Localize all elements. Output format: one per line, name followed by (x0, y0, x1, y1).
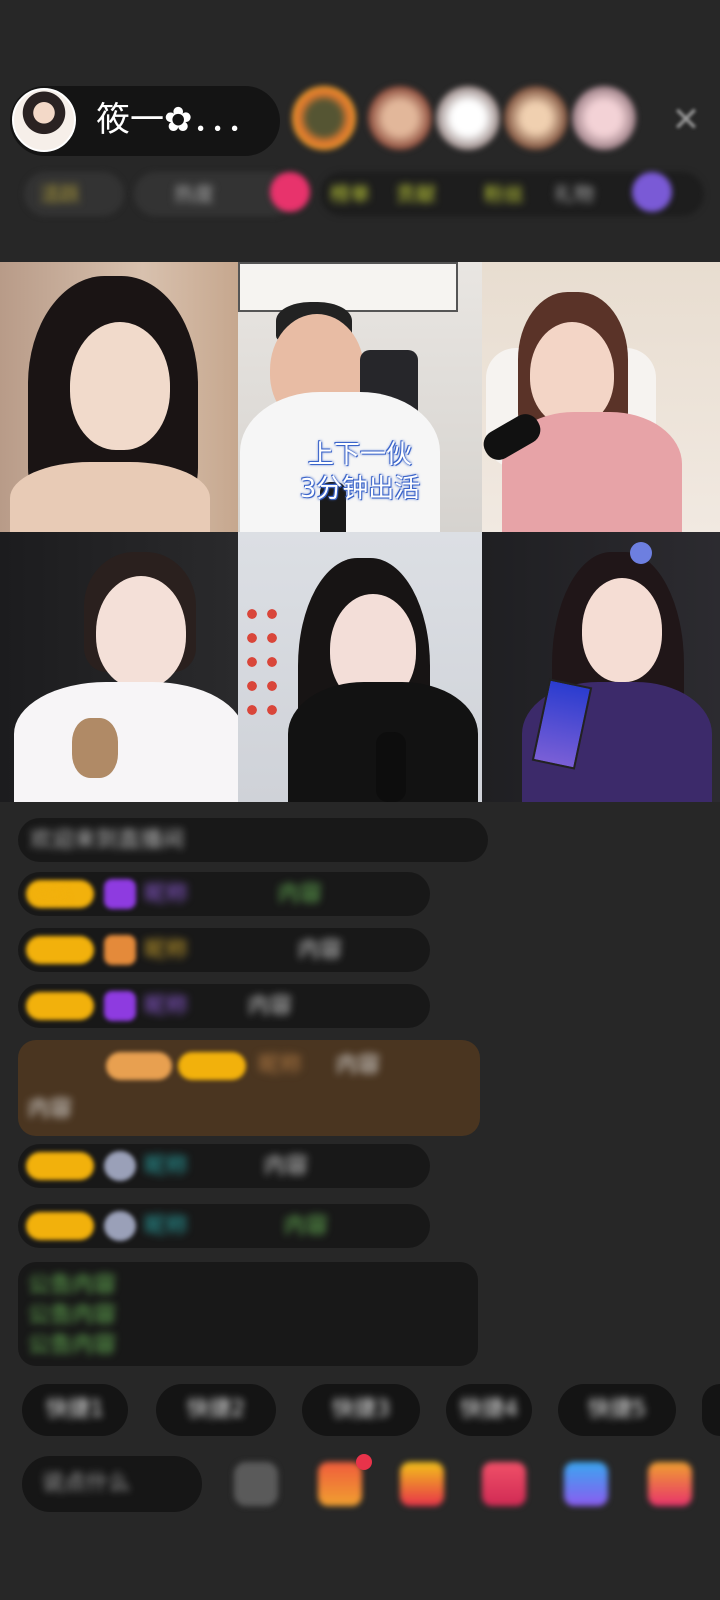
chat-text: 内容 (336, 1053, 381, 1078)
chat-text: 内容 (248, 994, 293, 1019)
status-item: 礼物 (554, 182, 594, 206)
viewer-avatar[interactable] (436, 86, 500, 150)
fan-badge (26, 1212, 94, 1240)
more-icon[interactable] (648, 1462, 692, 1506)
emoji-icon[interactable] (234, 1462, 278, 1506)
viewer-avatar[interactable] (504, 86, 568, 150)
chat-username[interactable]: 昵称 (258, 1054, 302, 1078)
gift-box-icon[interactable] (318, 1462, 362, 1506)
wall-calligraphy (238, 262, 458, 312)
notification-dot (356, 1454, 372, 1470)
quick-reply-label: 快捷4 (460, 1397, 518, 1422)
caption-line: 3分钟出活 (299, 474, 421, 504)
chat-username[interactable]: 昵称 (144, 995, 188, 1019)
quick-reply-chip[interactable]: 快捷4 (446, 1384, 532, 1436)
status-item: 贡献 (396, 182, 436, 206)
guest-face (582, 578, 662, 682)
viewer-avatar[interactable] (572, 86, 636, 150)
host-info-pill[interactable]: 筱一✿．．． (10, 86, 280, 156)
video-tile-guest-1[interactable] (0, 262, 238, 532)
system-notice-text: 欢迎来到直播间 (30, 828, 185, 853)
video-caption: 上下一伙 3分钟出活 (238, 438, 482, 506)
status-item: 榜单 (330, 182, 370, 206)
close-icon[interactable]: ✕ (666, 100, 706, 140)
video-tile-guest-4[interactable] (0, 532, 238, 802)
chat-message[interactable]: 昵称 内容 舰队 (18, 872, 430, 916)
host-name: 筱一✿．．． (96, 100, 261, 140)
sticker-icon (104, 1211, 136, 1241)
game-icon[interactable] (564, 1462, 608, 1506)
sticker-icon (104, 1151, 136, 1181)
status-item: 活跃 (40, 182, 80, 206)
caption-line: 上下一伙 (307, 440, 412, 470)
chat-system-notice: 欢迎来到直播间 (18, 818, 488, 862)
red-packet-icon[interactable] (482, 1462, 526, 1506)
chat-text: 内容 (298, 938, 343, 963)
chat-message[interactable]: 昵称 内容 (18, 928, 430, 972)
chat-message[interactable]: 昵称 内容 (18, 1144, 430, 1188)
chat-announcement: 公告内容 公告内容 公告内容 (18, 1262, 478, 1366)
video-tile-guest-5[interactable] (238, 532, 482, 802)
quick-reply-chip[interactable]: 快捷3 (302, 1384, 420, 1436)
flower-decor (242, 602, 282, 722)
announcement-line: 公告内容 (28, 1303, 117, 1328)
fan-badge (26, 936, 94, 964)
viewer-avatar[interactable] (292, 86, 356, 150)
status-item: 粉丝 (484, 182, 524, 206)
fan-badge (26, 992, 94, 1020)
viewer-avatar[interactable] (368, 86, 432, 150)
chat-message[interactable]: 昵称 内容 (18, 1204, 430, 1248)
flower-hairpin-icon (630, 542, 652, 564)
fan-badge (178, 1052, 246, 1080)
chat-username[interactable]: 昵称 (144, 1215, 188, 1239)
chat-text-cont: 内容 (28, 1097, 73, 1122)
announcement-line: 公告内容 (28, 1273, 117, 1298)
host-avatar[interactable] (12, 88, 76, 152)
chat-text: 内容 (284, 1214, 329, 1239)
gem-icon (104, 879, 136, 909)
pink-gift-icon[interactable] (270, 172, 310, 212)
treasure-icon[interactable] (400, 1462, 444, 1506)
fan-badge-text: 舰队 (36, 885, 69, 904)
status-item: 热度 (174, 182, 214, 206)
quick-reply-chip[interactable]: 快捷5 (558, 1384, 676, 1436)
quick-reply-chip[interactable] (702, 1384, 720, 1436)
teddy-bear (72, 718, 118, 778)
video-tile-guest-3[interactable] (482, 262, 720, 532)
guest-body (14, 682, 238, 802)
chat-text: 内容 (278, 882, 323, 907)
chat-message[interactable]: 昵称 内容 (18, 984, 430, 1028)
guest-face (530, 322, 614, 426)
guest-body (10, 462, 210, 532)
microphone (376, 732, 406, 802)
chat-message-highlight[interactable]: 昵称 内容 内容 (18, 1040, 480, 1136)
quick-reply-chip[interactable]: 快捷1 (22, 1384, 128, 1436)
ice-cream-icon (104, 935, 136, 965)
chat-username[interactable]: 昵称 (144, 883, 188, 907)
video-tile-guest-2[interactable]: 上下一伙 3分钟出活 (238, 262, 482, 532)
status-row: 活跃 热度 榜单 贡献 粉丝 礼物 (24, 172, 704, 218)
video-tile-guest-6[interactable] (482, 532, 720, 802)
sparkle-icon[interactable] (632, 172, 672, 212)
quick-reply-label: 快捷1 (46, 1397, 104, 1422)
chat-text: 内容 (264, 1154, 309, 1179)
comment-input-placeholder: 说点什么 (42, 1471, 131, 1496)
vip-badge (106, 1052, 172, 1080)
quick-reply-chip[interactable]: 快捷2 (156, 1384, 276, 1436)
announcement-line: 公告内容 (28, 1333, 117, 1358)
quick-reply-label: 快捷5 (588, 1397, 646, 1422)
guest-face (96, 576, 186, 688)
fan-badge (26, 1152, 94, 1180)
quick-reply-label: 快捷2 (187, 1397, 245, 1422)
gem-icon (104, 991, 136, 1021)
guest-face (70, 322, 170, 450)
chat-username[interactable]: 昵称 (144, 939, 188, 963)
chat-username[interactable]: 昵称 (144, 1155, 188, 1179)
comment-input[interactable]: 说点什么 (22, 1456, 202, 1512)
quick-reply-label: 快捷3 (332, 1397, 390, 1422)
multi-guest-video-grid: 上下一伙 3分钟出活 (0, 262, 720, 802)
